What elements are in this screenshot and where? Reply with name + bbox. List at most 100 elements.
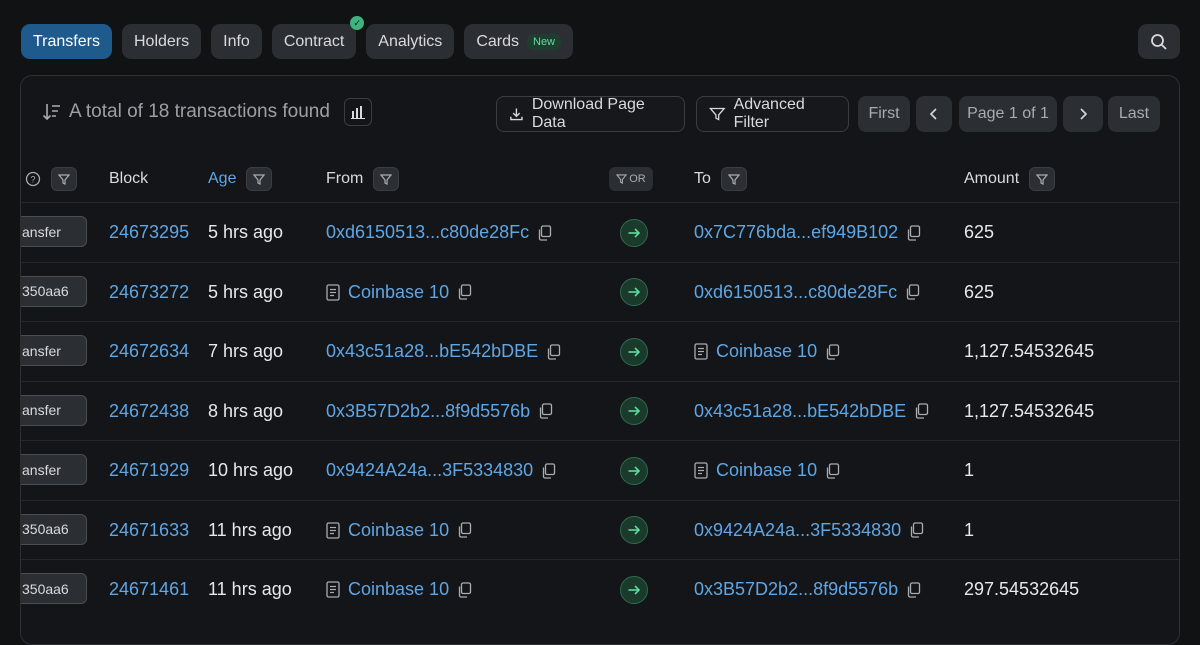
arrow-right-icon [628,465,641,476]
block-cell: 24673272 [109,263,189,322]
to-address-link[interactable]: Coinbase 10 [716,341,817,362]
method-badge[interactable]: 350aa6 [21,513,87,545]
copy-from-button[interactable] [537,224,552,241]
pagination-prev-button[interactable] [916,96,952,132]
copy-from-button[interactable] [546,343,561,360]
filter-icon [58,173,70,185]
copy-from-button[interactable] [457,284,472,300]
amount-cell: 625 [964,203,994,262]
block-link[interactable]: 24671929 [109,460,189,481]
search-button[interactable] [1138,24,1180,59]
block-link[interactable]: 24672438 [109,401,189,422]
from-address-link[interactable]: 0x9424A24a...3F5334830 [326,460,533,481]
from-address-link[interactable]: Coinbase 10 [348,282,449,303]
filter-icon [380,173,393,185]
method-badge[interactable]: 350aa6 [21,573,87,604]
pagination-first-button[interactable]: First [858,96,910,132]
amount-text: 1 [964,519,975,540]
amount-text: 297.54532645 [964,579,1080,599]
svg-text:?: ? [30,175,35,185]
tab-cards[interactable]: Cards New [464,24,574,59]
transfer-direction [620,218,648,247]
age-filter-button[interactable] [246,167,273,191]
info-icon[interactable]: ? [25,171,41,187]
arrow-right-icon [628,406,641,416]
page-label: Page 1 of 1 [967,105,1049,122]
from-cell: 0x43c51a28...bE542bDBE [326,322,561,381]
table-row: ansfer 24673295 5 hrs ago 0xd6150513...c80d… [21,202,1179,262]
block-link[interactable]: 24671461 [109,579,189,600]
block-link[interactable]: 24671633 [109,520,189,541]
copy-icon [539,224,552,241]
contract-doc-icon-wrap [694,462,708,479]
copy-to-button[interactable] [906,224,921,241]
method-badge[interactable]: ansfer [21,454,87,485]
method-filter-button[interactable] [51,167,77,191]
method-badge[interactable]: ansfer [21,216,87,247]
block-link[interactable]: 24673272 [109,282,189,303]
contract-doc-icon [326,521,340,539]
copy-from-button[interactable] [457,522,472,538]
method-badge[interactable]: ansfer [21,335,87,366]
advanced-filter-button[interactable]: Advanced Filter [696,96,849,132]
to-address-link[interactable]: 0xd6150513...c80de28Fc [694,282,897,303]
block-cell: 24673295 [109,203,189,262]
amount-text: 1,127.54532645 [964,400,1095,421]
amount-filter-button[interactable] [1029,167,1056,191]
copy-to-button[interactable] [825,343,840,360]
to-cell: Coinbase 10 [694,441,840,500]
method-badge[interactable]: ansfer [21,394,87,426]
from-address-link[interactable]: 0xd6150513...c80de28Fc [326,222,529,243]
from-address-link[interactable]: Coinbase 10 [348,520,449,541]
to-address-link[interactable]: 0x7C776bda...ef949B102 [694,222,898,243]
copy-to-button[interactable] [914,403,929,419]
tab-label: Holders [133,32,190,50]
from-cell: 0x9424A24a...3F5334830 [326,441,556,500]
tab-analytics[interactable]: Analytics [366,24,455,59]
tab-label: Transfers [33,32,100,50]
copy-from-button[interactable] [457,581,472,598]
tab-transfers[interactable]: Transfers [21,24,112,59]
method-label: 350aa6 [22,580,69,597]
copy-to-button[interactable] [905,284,920,300]
copy-to-button[interactable] [909,522,924,538]
age-header-toggle[interactable]: Age [208,170,236,188]
block-link[interactable]: 24673295 [109,222,189,243]
contract-doc-icon [694,343,708,360]
to-filter-button[interactable] [720,167,747,191]
from-cell: Coinbase 10 [326,501,472,560]
from-address-link[interactable]: Coinbase 10 [348,579,449,600]
copy-icon [908,581,921,598]
from-address-link[interactable]: 0x3B57D2b2...8f9d5576b [326,401,530,422]
amount-text: 1,127.54532645 [964,341,1095,361]
last-label: Last [1118,105,1150,122]
pagination-next-button[interactable] [1063,96,1103,132]
table-row: 350aa6 24673272 5 hrs ago Coinbase 10 0xd615… [21,261,1179,322]
tab-contract[interactable]: Contract ✓ [271,16,365,59]
chart-toggle-button[interactable] [343,98,372,126]
amount-text: 625 [964,222,995,242]
tab-holders[interactable]: Holders [121,24,202,59]
from-address-link[interactable]: 0x43c51a28...bE542bDBE [326,341,538,362]
method-badge[interactable]: 350aa6 [21,275,87,307]
tab-label: Analytics [378,32,443,50]
copy-to-button[interactable] [825,462,840,479]
to-address-link[interactable]: 0x43c51a28...bE542bDBE [694,401,906,422]
copy-to-button[interactable] [906,581,921,598]
copy-from-button[interactable] [538,403,553,419]
copy-from-button[interactable] [541,462,556,479]
from-filter-button[interactable] [373,167,400,191]
column-from: From [326,156,400,202]
to-address-link[interactable]: 0x3B57D2b2...8f9d5576b [694,579,898,600]
sort-icon[interactable] [41,101,63,123]
age-text: 11 hrs ago [208,519,292,540]
pagination-last-button[interactable]: Last [1108,96,1160,132]
download-page-data-button[interactable]: Download Page Data [496,96,685,132]
to-address-link[interactable]: Coinbase 10 [716,460,817,481]
tab-info[interactable]: Info [211,24,262,59]
to-address-link[interactable]: 0x9424A24a...3F5334830 [694,520,901,541]
or-filter-button[interactable]: OR [609,167,653,191]
transfers-panel: A total of 18 transactions found Downloa… [20,75,1180,645]
block-link[interactable]: 24672634 [109,341,189,362]
age-text: 8 hrs ago [208,400,284,421]
